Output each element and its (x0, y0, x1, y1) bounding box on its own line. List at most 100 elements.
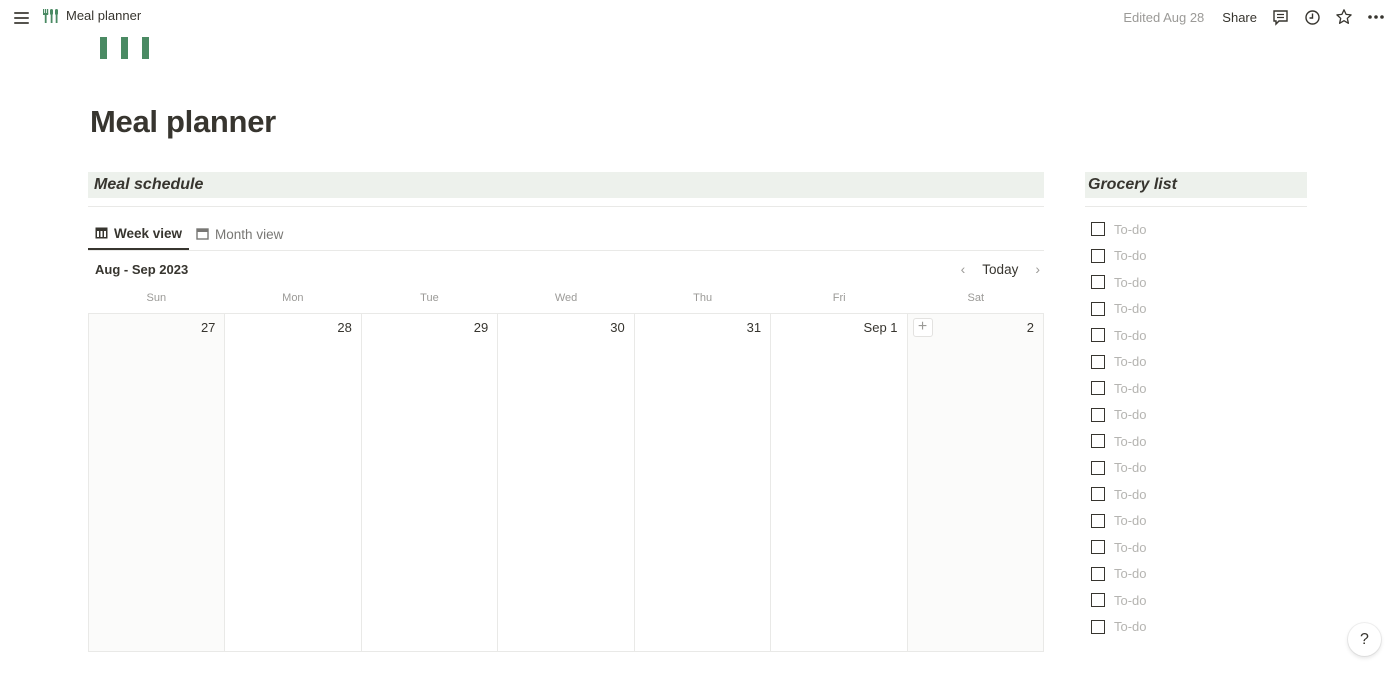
todo-placeholder[interactable]: To-do (1114, 248, 1147, 263)
more-icon[interactable] (1367, 8, 1385, 26)
tab-month-view[interactable]: Month view (189, 218, 290, 250)
chevron-left-icon[interactable]: ‹ (958, 261, 969, 277)
weekday-label: Sun (146, 292, 167, 304)
day-cell[interactable]: Sep 1 (771, 314, 908, 651)
today-button[interactable]: Today (978, 262, 1022, 277)
page-title: Meal planner (90, 104, 276, 139)
todo-placeholder[interactable]: To-do (1114, 354, 1147, 369)
checkbox[interactable] (1091, 407, 1105, 422)
weekday-label: Mon (282, 292, 304, 304)
todo-item[interactable]: To-do (1091, 349, 1147, 376)
todo-placeholder[interactable]: To-do (1114, 275, 1147, 290)
calendar-range: Aug - Sep 2023 (95, 262, 189, 277)
day-cell[interactable]: 28 (225, 314, 362, 651)
day-cell[interactable]: 29 (362, 314, 499, 651)
breadcrumb-page[interactable]: Meal planner (42, 8, 141, 23)
day-number: 27 (200, 320, 216, 335)
todo-placeholder[interactable]: To-do (1114, 407, 1147, 422)
clock-icon[interactable] (1303, 8, 1321, 26)
day-number: 28 (337, 320, 352, 335)
checkbox[interactable] (1091, 222, 1105, 237)
todo-placeholder[interactable]: To-do (1114, 328, 1147, 343)
weekday-label: Sat (967, 292, 985, 304)
day-cell[interactable]: 27 (89, 314, 226, 651)
checkbox[interactable] (1091, 434, 1105, 449)
calendar-week-icon (95, 227, 108, 239)
day-cell[interactable]: 31 (635, 314, 772, 651)
weekday-label: Tue (420, 292, 439, 304)
share-button[interactable]: Share (1222, 10, 1257, 25)
week-grid: 27 28 29 30 31 Sep 1 + 2 (88, 313, 1044, 652)
todo-placeholder[interactable]: To-do (1114, 593, 1147, 608)
todo-placeholder[interactable]: To-do (1114, 566, 1147, 581)
checkbox[interactable] (1091, 566, 1105, 581)
todo-item[interactable]: To-do (1091, 455, 1147, 482)
weekday-label: Thu (693, 292, 713, 304)
tab-week-view[interactable]: Week view (88, 218, 190, 250)
todo-placeholder[interactable]: To-do (1114, 222, 1147, 237)
checkbox[interactable] (1091, 248, 1105, 263)
calendar-month-icon (196, 228, 209, 240)
add-event-button[interactable]: + (912, 318, 933, 337)
star-icon[interactable] (1335, 8, 1353, 26)
todo-item[interactable]: To-do (1091, 243, 1147, 270)
topbar: Meal planner Edited Aug 28 Share (0, 0, 1395, 36)
page-name: Meal planner (66, 8, 142, 23)
edited-timestamp: Edited Aug 28 (1123, 9, 1205, 25)
weekday-header: Sun Mon Tue Wed Thu Fri Sat (88, 292, 1044, 304)
day-cell[interactable]: 30 (498, 314, 635, 651)
checkbox[interactable] (1091, 460, 1105, 475)
day-number: 29 (473, 320, 489, 335)
checkbox[interactable] (1091, 301, 1105, 316)
todo-placeholder[interactable]: To-do (1114, 487, 1147, 502)
todo-item[interactable]: To-do (1091, 614, 1147, 641)
checkbox[interactable] (1091, 593, 1105, 608)
todo-item[interactable]: To-do (1091, 481, 1147, 508)
page-icon[interactable] (100, 37, 149, 59)
todo-item[interactable]: To-do (1091, 508, 1147, 535)
todo-item[interactable]: To-do (1091, 269, 1147, 296)
checkbox[interactable] (1091, 354, 1105, 369)
day-number: Sep 1 (863, 320, 898, 335)
checkbox[interactable] (1091, 275, 1105, 290)
comment-icon[interactable] (1271, 8, 1289, 26)
checkbox[interactable] (1091, 328, 1105, 343)
todo-item[interactable]: To-do (1091, 587, 1147, 614)
grocery-todo-list: To-do To-do To-do To-do To-do To-do To-do To-do… (1091, 216, 1147, 640)
view-tabs: Week view Month view (88, 218, 290, 251)
grocery-list-header: Grocery list (1085, 172, 1307, 198)
meal-schedule-header: Meal schedule (88, 172, 1044, 198)
todo-item[interactable]: To-do (1091, 375, 1147, 402)
divider (1085, 206, 1307, 207)
menu-icon[interactable] (12, 8, 32, 28)
todo-item[interactable]: To-do (1091, 561, 1147, 588)
checkbox[interactable] (1091, 513, 1105, 528)
todo-item[interactable]: To-do (1091, 534, 1147, 561)
checkbox[interactable] (1091, 381, 1105, 396)
day-cell[interactable]: + 2 (907, 314, 1043, 651)
todo-item[interactable]: To-do (1091, 402, 1147, 429)
todo-item[interactable]: To-do (1091, 296, 1147, 323)
tab-label: Week view (114, 225, 183, 241)
divider (88, 206, 1044, 207)
todo-item[interactable]: To-do (1091, 216, 1147, 243)
todo-placeholder[interactable]: To-do (1114, 434, 1147, 449)
day-number: 30 (610, 320, 625, 335)
fork-knife-icon (43, 8, 58, 23)
todo-item[interactable]: To-do (1091, 322, 1147, 349)
tab-label: Month view (215, 226, 284, 242)
todo-placeholder[interactable]: To-do (1114, 381, 1147, 396)
todo-placeholder[interactable]: To-do (1114, 460, 1147, 475)
todo-placeholder[interactable]: To-do (1114, 540, 1147, 555)
todo-placeholder[interactable]: To-do (1114, 301, 1147, 316)
day-number: 2 (1026, 320, 1034, 335)
todo-item[interactable]: To-do (1091, 428, 1147, 455)
checkbox[interactable] (1091, 487, 1105, 502)
weekday-label: Fri (832, 292, 846, 304)
checkbox[interactable] (1091, 619, 1105, 634)
todo-placeholder[interactable]: To-do (1114, 513, 1147, 528)
checkbox[interactable] (1091, 540, 1105, 555)
chevron-right-icon[interactable]: › (1032, 261, 1043, 277)
help-button[interactable]: ? (1348, 623, 1381, 656)
todo-placeholder[interactable]: To-do (1114, 619, 1147, 634)
